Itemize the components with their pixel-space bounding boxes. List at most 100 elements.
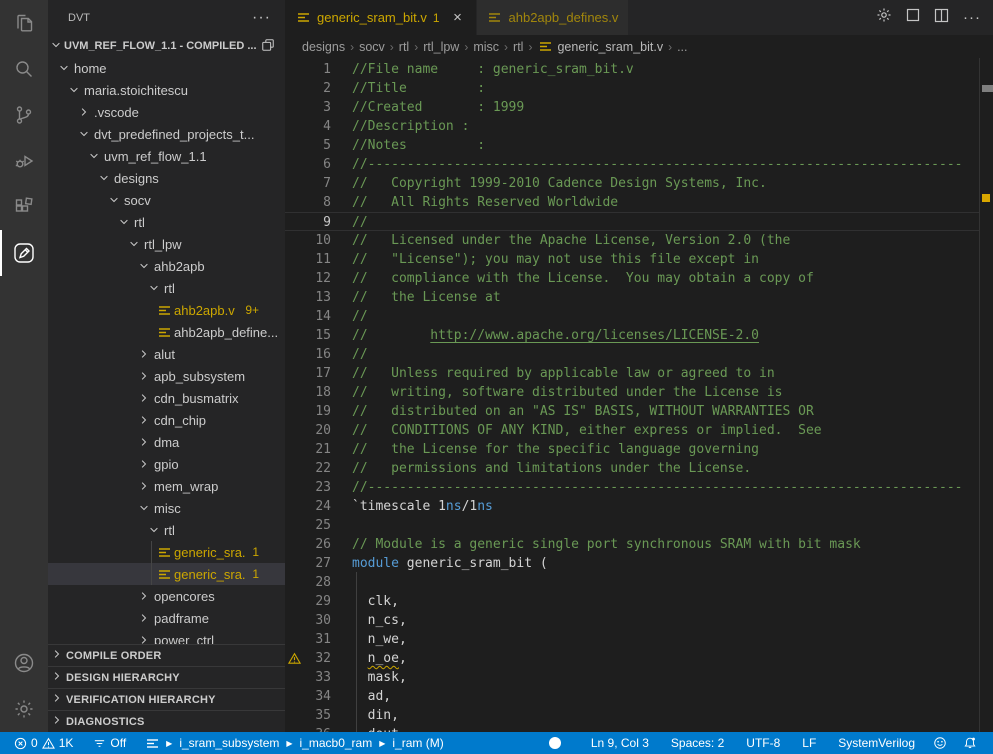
extensions-icon[interactable] [0, 184, 48, 230]
code-line-36[interactable]: 36 dout [285, 725, 979, 732]
breadcrumb-item[interactable]: socv [359, 40, 385, 54]
code-pane[interactable]: 1//File name : generic_sram_bit.v2//Titl… [285, 58, 979, 732]
code-line-25[interactable]: 25 [285, 516, 979, 535]
tab-generic-sram-bit[interactable]: generic_sram_bit.v 1 × [285, 0, 476, 35]
feedback-icon[interactable] [927, 732, 953, 754]
tree-item-socv[interactable]: socv [48, 189, 285, 211]
close-icon[interactable]: × [450, 9, 466, 26]
code-line-19[interactable]: 19// distributed on an "AS IS" BASIS, WI… [285, 402, 979, 421]
code-line-13[interactable]: 13// the License at [285, 288, 979, 307]
source-control-icon[interactable] [0, 92, 48, 138]
tree-item-designs[interactable]: designs [48, 167, 285, 189]
breadcrumb-item[interactable]: rtl [399, 40, 409, 54]
problems-indicator[interactable]: 0 1K [8, 732, 79, 754]
hierarchy-segment[interactable]: i_sram_subsystem [179, 736, 279, 750]
code-line-15[interactable]: 15// http://www.apache.org/licenses/LICE… [285, 326, 979, 345]
tree-item-ahb2apb-v[interactable]: ahb2apb.v9+ [48, 299, 285, 321]
overview-ruler[interactable] [979, 58, 993, 732]
tree-item--vscode[interactable]: .vscode [48, 101, 285, 123]
tree-item-gpio[interactable]: gpio [48, 453, 285, 475]
panel-header-verification-hierarchy[interactable]: VERIFICATION HIERARCHY [48, 688, 285, 710]
tree-item-cdn-chip[interactable]: cdn_chip [48, 409, 285, 431]
breadcrumb-item[interactable]: designs [302, 40, 345, 54]
code-line-33[interactable]: 33 mask, [285, 668, 979, 687]
tree-item-rtl[interactable]: rtl [48, 277, 285, 299]
design-hierarchy-path[interactable]: ▶i_sram_subsystem▶i_macb0_ram▶i_ram (M) [140, 732, 450, 754]
code-line-29[interactable]: 29 clk, [285, 592, 979, 611]
tree-item-alut[interactable]: alut [48, 343, 285, 365]
breadcrumb-item[interactable]: rtl [513, 40, 523, 54]
code-line-24[interactable]: 24`timescale 1ns/1ns [285, 497, 979, 516]
square-icon[interactable] [906, 8, 920, 27]
code-line-31[interactable]: 31 n_we, [285, 630, 979, 649]
code-line-22[interactable]: 22// permissions and limitations under t… [285, 459, 979, 478]
settings-gear-icon[interactable] [876, 7, 892, 28]
code-line-17[interactable]: 17// Unless required by applicable law o… [285, 364, 979, 383]
tree-item-generic-sra-[interactable]: generic_sra...1 [48, 541, 285, 563]
hierarchy-segment[interactable]: i_ram (M) [392, 736, 443, 750]
account-icon[interactable] [0, 640, 48, 686]
code-line-27[interactable]: 27module generic_sram_bit ( [285, 554, 979, 573]
panel-header-diagnostics[interactable]: DIAGNOSTICS [48, 710, 285, 732]
code-line-32[interactable]: 32 n_oe, [285, 649, 979, 668]
code-line-4[interactable]: 4//Description : [285, 117, 979, 136]
code-line-35[interactable]: 35 din, [285, 706, 979, 725]
sidebar-more-actions-icon[interactable]: ··· [252, 9, 271, 27]
breadcrumb-item[interactable]: rtl_lpw [423, 40, 459, 54]
panel-header-compile-order[interactable]: COMPILE ORDER [48, 644, 285, 666]
code-line-23[interactable]: 23//------------------------------------… [285, 478, 979, 497]
code-line-21[interactable]: 21// the License for the specific langua… [285, 440, 979, 459]
scrollbar-thumb[interactable] [982, 85, 993, 92]
tree-item-padframe[interactable]: padframe [48, 607, 285, 629]
tab-ahb2apb-defines[interactable]: ahb2apb_defines.v [477, 0, 629, 35]
tree-item-uvm-ref-flow-1-1[interactable]: uvm_ref_flow_1.1 [48, 145, 285, 167]
explorer-icon[interactable] [0, 0, 48, 46]
tree-item-dvt-predefined-projects-t-[interactable]: dvt_predefined_projects_t... [48, 123, 285, 145]
breadcrumb-file[interactable]: generic_sram_bit.v [557, 40, 663, 54]
tree-item-ahb2apb-define-[interactable]: ahb2apb_define... [48, 321, 285, 343]
tree-item-opencores[interactable]: opencores [48, 585, 285, 607]
code-line-3[interactable]: 3//Created : 1999 [285, 98, 979, 117]
tree-item-rtl[interactable]: rtl [48, 519, 285, 541]
explorer-section-header[interactable]: UVM_REF_FLOW_1.1 - COMPILED ... [48, 35, 285, 57]
code-line-6[interactable]: 6//-------------------------------------… [285, 155, 979, 174]
language-mode[interactable]: SystemVerilog [832, 732, 921, 754]
cursor-position[interactable]: Ln 9, Col 3 [585, 732, 655, 754]
code-line-11[interactable]: 11// "License"); you may not use this fi… [285, 250, 979, 269]
code-line-34[interactable]: 34 ad, [285, 687, 979, 706]
code-line-1[interactable]: 1//File name : generic_sram_bit.v [285, 60, 979, 79]
split-editor-icon[interactable] [934, 8, 949, 28]
run-debug-icon[interactable] [0, 138, 48, 184]
tree-item-ahb2apb[interactable]: ahb2apb [48, 255, 285, 277]
code-line-7[interactable]: 7// Copyright 1999-2010 Cadence Design S… [285, 174, 979, 193]
more-actions-icon[interactable]: ··· [963, 9, 981, 26]
notifications-bell-icon[interactable] [957, 732, 983, 754]
tree-item-mem-wrap[interactable]: mem_wrap [48, 475, 285, 497]
code-line-14[interactable]: 14// [285, 307, 979, 326]
code-line-20[interactable]: 20// CONDITIONS OF ANY KIND, either expr… [285, 421, 979, 440]
code-line-30[interactable]: 30 n_cs, [285, 611, 979, 630]
code-line-8[interactable]: 8// All Rights Reserved Worldwide [285, 193, 979, 212]
code-line-2[interactable]: 2//Title : [285, 79, 979, 98]
tree-item-home[interactable]: home [48, 57, 285, 79]
breadcrumb-more[interactable]: ... [677, 40, 687, 54]
code-line-26[interactable]: 26// Module is a generic single port syn… [285, 535, 979, 554]
tree-item-cdn-busmatrix[interactable]: cdn_busmatrix [48, 387, 285, 409]
hierarchy-segment[interactable]: i_macb0_ram [300, 736, 373, 750]
dvt-ide-icon[interactable] [0, 230, 48, 276]
encoding-setting[interactable]: UTF-8 [740, 732, 786, 754]
code-line-10[interactable]: 10// Licensed under the Apache License, … [285, 231, 979, 250]
code-line-9[interactable]: 9// [285, 212, 979, 231]
code-line-18[interactable]: 18// writing, software distributed under… [285, 383, 979, 402]
search-icon[interactable] [0, 46, 48, 92]
settings-gear-icon[interactable] [0, 686, 48, 732]
code-line-16[interactable]: 16// [285, 345, 979, 364]
filter-status[interactable]: Off [87, 732, 132, 754]
code-line-12[interactable]: 12// compliance with the License. You ma… [285, 269, 979, 288]
tree-item-dma[interactable]: dma [48, 431, 285, 453]
tree-item-rtl-lpw[interactable]: rtl_lpw [48, 233, 285, 255]
indentation-setting[interactable]: Spaces: 2 [665, 732, 730, 754]
code-line-5[interactable]: 5//Notes : [285, 136, 979, 155]
status-circle-icon[interactable] [543, 732, 567, 754]
tree-item-apb-subsystem[interactable]: apb_subsystem [48, 365, 285, 387]
